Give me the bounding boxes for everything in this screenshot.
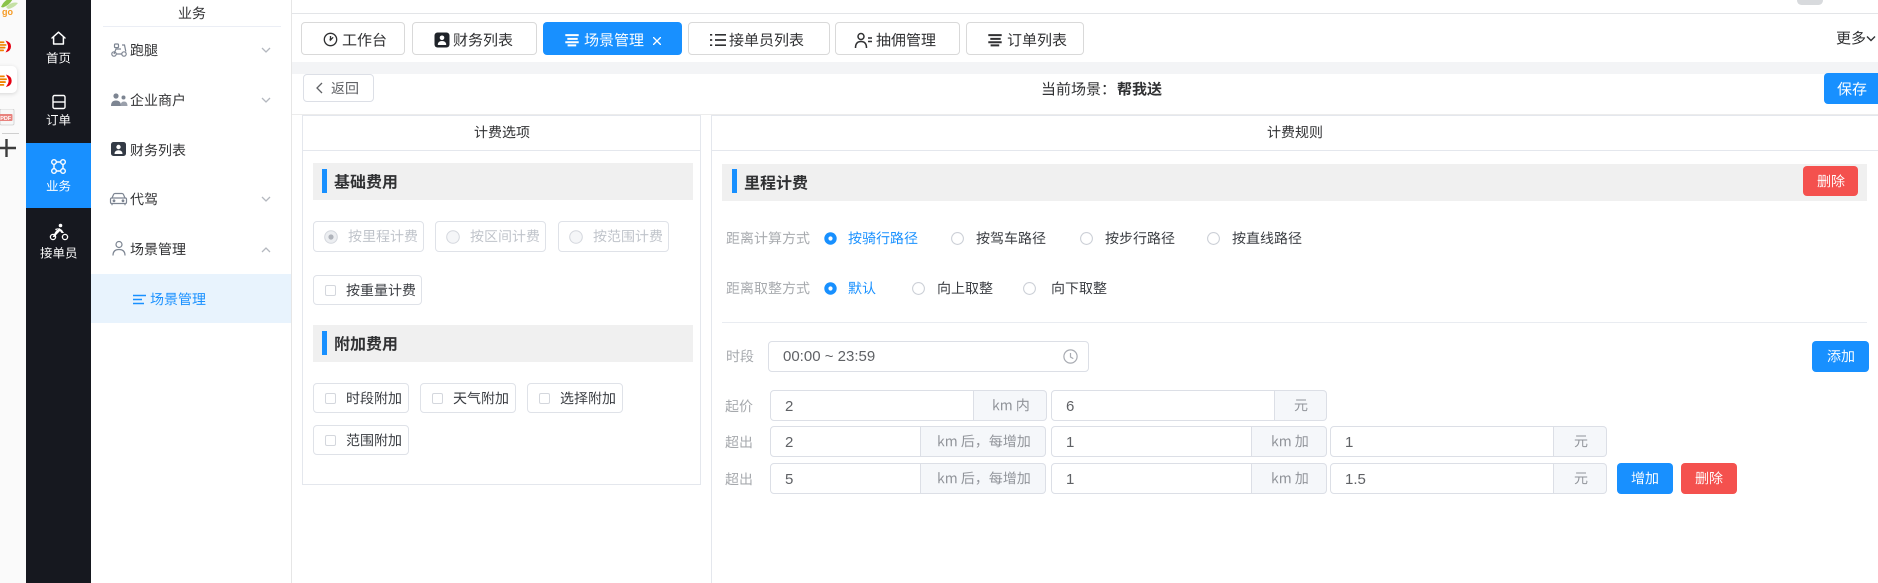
svg-text:go: go	[2, 7, 13, 17]
svg-text:PDF: PDF	[0, 116, 12, 122]
